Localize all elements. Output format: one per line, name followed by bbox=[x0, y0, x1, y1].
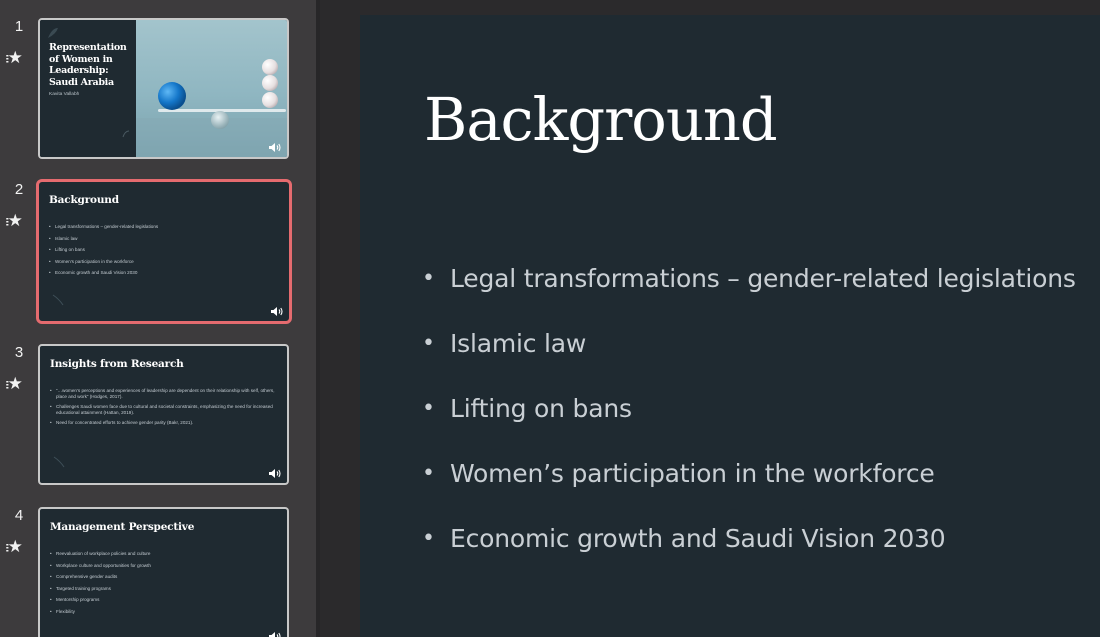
speaker-audio-icon[interactable] bbox=[268, 631, 282, 637]
slide-thumbnail-1[interactable]: Representation of Women in Leadership: S… bbox=[38, 18, 289, 159]
current-slide[interactable]: Background Legal transformations – gende… bbox=[360, 15, 1100, 637]
slide-title: Representation of Women in Leadership: S… bbox=[49, 42, 127, 88]
balance-image bbox=[136, 20, 287, 157]
leaf-decoration-icon bbox=[48, 28, 58, 38]
slide-bullet: Islamic law bbox=[49, 236, 277, 242]
slide-title: Insights from Research bbox=[50, 358, 184, 370]
leaf-decoration-icon bbox=[52, 294, 64, 306]
slide-number: 3 bbox=[14, 344, 24, 361]
slide-number: 1 bbox=[14, 18, 24, 35]
slide-title: Management Perspective bbox=[50, 521, 195, 533]
slide-bullet[interactable]: Lifting on bans bbox=[422, 392, 1076, 426]
slide-title: Background bbox=[49, 194, 119, 206]
slide-slot-2: 2 ⁝⁝★ Background Legal transformations –… bbox=[0, 179, 316, 331]
animation-star-icon: ⁝⁝★ bbox=[5, 48, 23, 68]
slide-navigator[interactable]: 1 ⁝⁝★ Representation of Women in Leaders… bbox=[0, 0, 316, 637]
slide-author: Kavita Vallabh bbox=[49, 92, 80, 97]
slide-bullet: “…women’s perceptions and experiences of… bbox=[50, 388, 278, 400]
animation-star-icon: ⁝⁝★ bbox=[5, 211, 23, 231]
slide-bullet: Need for concentrated efforts to achieve… bbox=[50, 420, 278, 426]
slide-bullet-list[interactable]: Legal transformations – gender-related l… bbox=[422, 262, 1076, 587]
leaf-decoration-icon bbox=[53, 456, 65, 468]
slide-bullet: Mentorship programs bbox=[50, 597, 278, 603]
slide-thumbnail-2[interactable]: Background Legal transformations – gende… bbox=[36, 179, 292, 324]
slide-thumbnail-3[interactable]: Insights from Research “…women’s percept… bbox=[38, 344, 289, 485]
animation-star-icon: ⁝⁝★ bbox=[5, 374, 23, 394]
slide-bullet-list: Reevaluation of workplace policies and c… bbox=[50, 551, 278, 621]
leaf-decoration-icon bbox=[122, 130, 130, 138]
speaker-audio-icon[interactable] bbox=[268, 468, 282, 479]
slide-bullet: Targeted training programs bbox=[50, 586, 278, 592]
slide-bullet: Challenges Saudi women face due to cultu… bbox=[50, 404, 278, 416]
slide-bullet-list: Legal transformations – gender-related l… bbox=[49, 224, 277, 282]
slide-bullet[interactable]: Women’s participation in the workforce bbox=[422, 457, 1076, 491]
slide-bullet: Workplace culture and opportunities for … bbox=[50, 563, 278, 569]
slide-bullet: Economic growth and Saudi Vision 2030 bbox=[49, 270, 277, 276]
slide-bullet[interactable]: Legal transformations – gender-related l… bbox=[422, 262, 1076, 296]
speaker-audio-icon[interactable] bbox=[268, 142, 282, 153]
slide-bullet-list: “…women’s perceptions and experiences of… bbox=[50, 388, 278, 430]
slide-slot-3: 3 ⁝⁝★ Insights from Research “…women’s p… bbox=[0, 344, 316, 494]
slide-bullet: Lifting on bans bbox=[49, 247, 277, 253]
slide-slot-1: 1 ⁝⁝★ Representation of Women in Leaders… bbox=[0, 18, 316, 168]
slide-bullet: Women’s participation in the workforce bbox=[49, 259, 277, 265]
speaker-audio-icon[interactable] bbox=[270, 306, 284, 317]
slide-slot-4: 4 ⁝⁝★ Management Perspective Reevaluatio… bbox=[0, 507, 316, 637]
title-panel: Representation of Women in Leadership: S… bbox=[40, 20, 136, 157]
slide-bullet[interactable]: Islamic law bbox=[422, 327, 1076, 361]
balance-illustration bbox=[136, 59, 287, 157]
slide-thumbnail-4[interactable]: Management Perspective Reevaluation of w… bbox=[38, 507, 289, 637]
animation-star-icon: ⁝⁝★ bbox=[5, 537, 23, 557]
slide-bullet: Flexibility bbox=[50, 609, 278, 615]
slide-title[interactable]: Background bbox=[424, 85, 778, 154]
slide-bullet: Reevaluation of workplace policies and c… bbox=[50, 551, 278, 557]
slide-bullet: Comprehensive gender audits bbox=[50, 574, 278, 580]
slide-bullet[interactable]: Economic growth and Saudi Vision 2030 bbox=[422, 522, 1076, 556]
slide-number: 2 bbox=[14, 181, 24, 198]
slide-bullet: Legal transformations – gender-related l… bbox=[49, 224, 277, 230]
slide-number: 4 bbox=[14, 507, 24, 524]
